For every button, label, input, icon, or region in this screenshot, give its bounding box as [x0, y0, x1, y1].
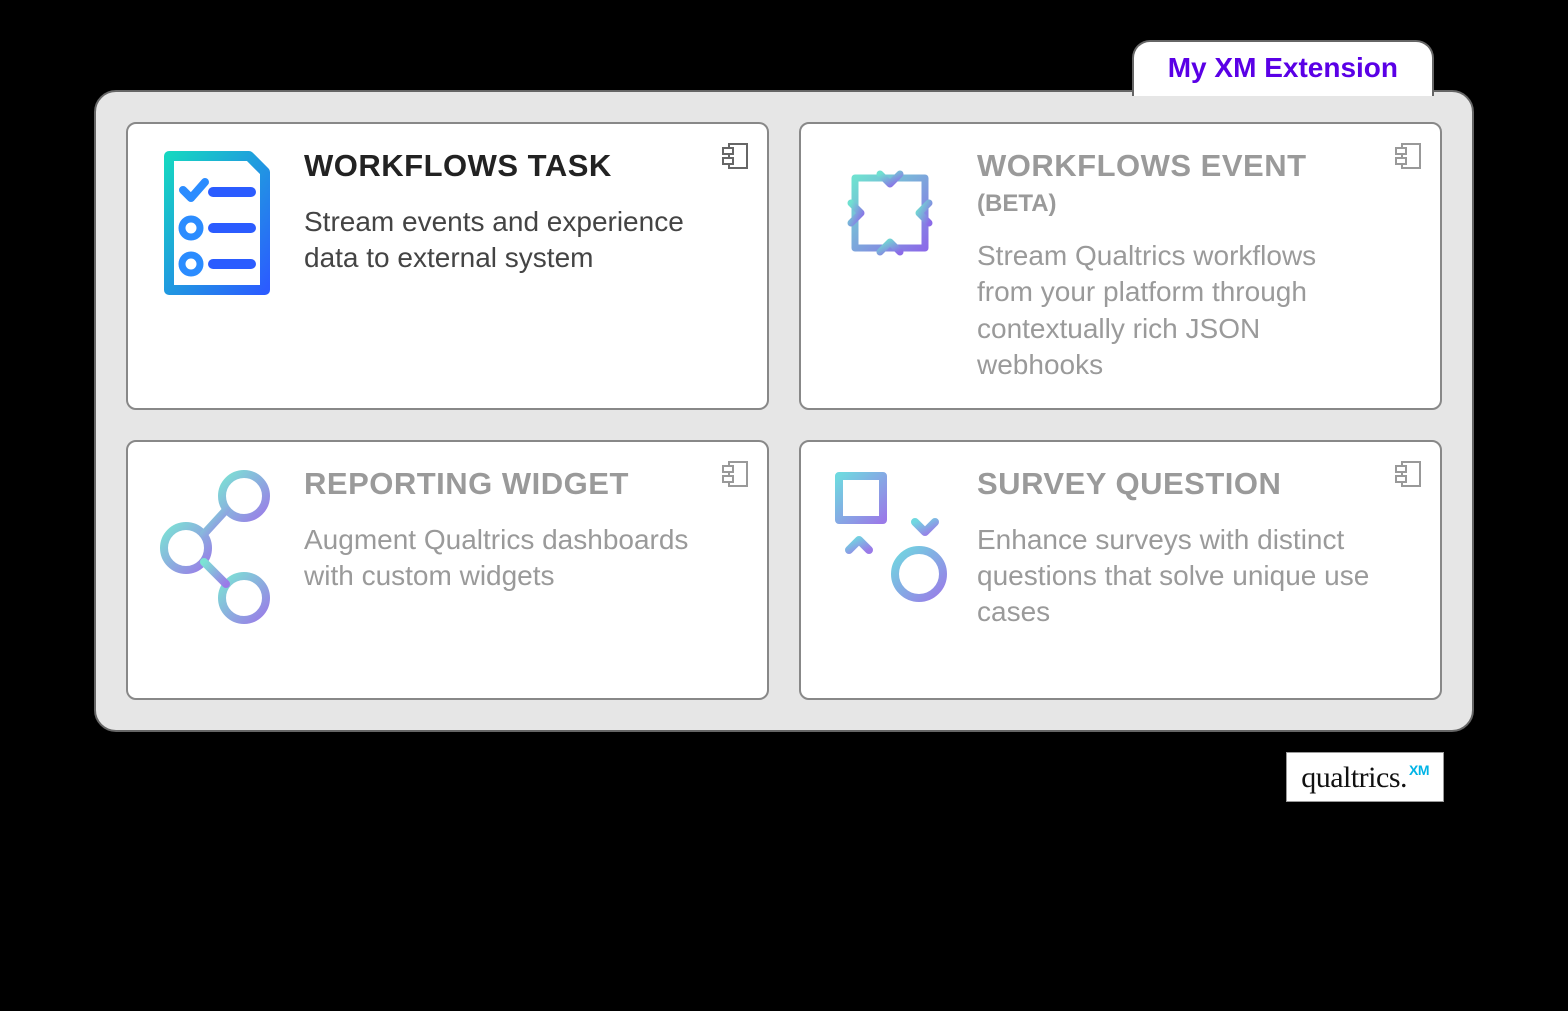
checklist-icon — [152, 148, 282, 384]
logo-badge: XM — [1409, 762, 1429, 778]
card-description: Stream Qualtrics workflows from your pla… — [977, 238, 1376, 384]
folder-tab: My XM Extension — [1132, 40, 1434, 96]
qualtrics-logo: qualtrics. XM — [1286, 752, 1444, 802]
card-subtitle: (BETA) — [977, 190, 1376, 218]
plugin-icon — [721, 460, 749, 488]
plugin-icon — [721, 142, 749, 170]
folder-tab-label: My XM Extension — [1168, 52, 1398, 83]
card-description: Augment Qualtrics dashboards with custom… — [304, 522, 703, 595]
extension-diagram: My XM Extension — [94, 40, 1474, 682]
card-title: WORKFLOWS TASK — [304, 148, 703, 184]
card-reporting-widget: REPORTING WIDGET Augment Qualtrics dashb… — [126, 440, 769, 700]
card-description: Stream events and experience data to ext… — [304, 204, 703, 277]
plugin-icon — [1394, 460, 1422, 488]
card-workflows-task: WORKFLOWS TASK Stream events and experie… — [126, 122, 769, 410]
card-title: REPORTING WIDGET — [304, 466, 703, 502]
logo-text: qualtrics. — [1301, 761, 1407, 795]
card-survey-question: SURVEY QUESTION Enhance surveys with dis… — [799, 440, 1442, 700]
converge-arrows-icon — [825, 148, 955, 384]
card-title: SURVEY QUESTION — [977, 466, 1376, 502]
card-title: WORKFLOWS EVENT — [977, 148, 1376, 184]
swap-shapes-icon — [825, 466, 955, 674]
card-description: Enhance surveys with distinct questions … — [977, 522, 1376, 631]
nodes-graph-icon — [152, 466, 282, 674]
plugin-icon — [1394, 142, 1422, 170]
card-workflows-event: WORKFLOWS EVENT (BETA) Stream Qualtrics … — [799, 122, 1442, 410]
folder-body: WORKFLOWS TASK Stream events and experie… — [94, 90, 1474, 732]
